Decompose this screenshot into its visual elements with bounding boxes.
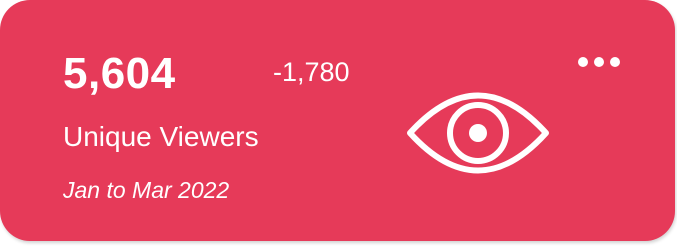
- more-options-button[interactable]: [572, 50, 626, 74]
- metric-label: Unique Viewers: [63, 121, 259, 152]
- metric-value: 5,604: [63, 49, 176, 98]
- unique-viewers-card: 5,604 -1,780 Unique Viewers Jan to Mar 2…: [0, 0, 675, 241]
- more-horizontal-icon-dot: [594, 57, 604, 67]
- more-horizontal-icon: [578, 57, 588, 67]
- eye-icon: [407, 92, 549, 174]
- metric-period: Jan to Mar 2022: [63, 177, 230, 203]
- more-horizontal-icon-dot: [610, 57, 620, 67]
- metric-delta: -1,780: [273, 57, 350, 87]
